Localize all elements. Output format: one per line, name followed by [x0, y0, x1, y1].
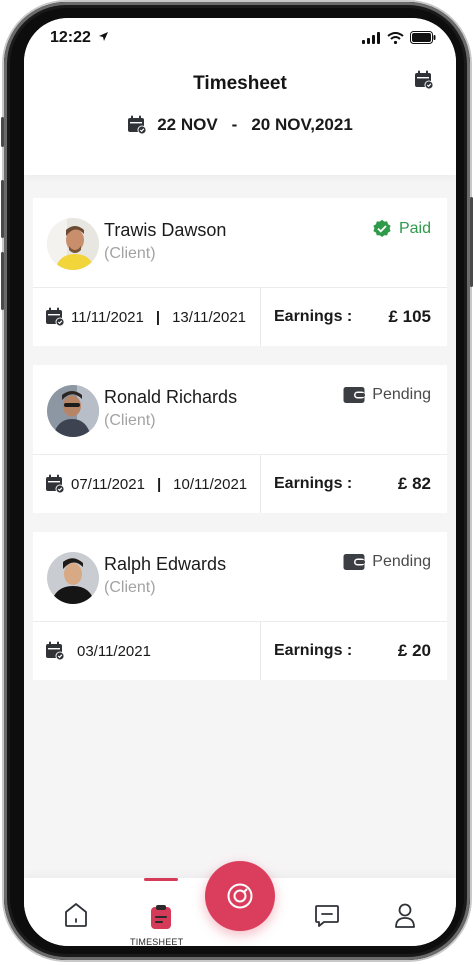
silent-switch: [1, 117, 4, 147]
date-separator: |: [156, 475, 162, 493]
date-to: 13/11/2021: [172, 308, 247, 326]
earnings-cell: Earnings : £ 82: [261, 455, 447, 513]
client-name: Ronald Richards: [104, 387, 238, 407]
app-screen: 12:22 Timesheet 22 NOV - 20 NOV,2021 Tra…: [24, 18, 456, 946]
card-details: 03/11/2021 Earnings : £ 20: [33, 622, 447, 680]
earnings-amount: £ 20: [397, 641, 431, 660]
status-icons: [362, 31, 436, 44]
status-time: 12:22: [50, 29, 91, 46]
wallet-icon: [343, 554, 366, 570]
signal-icon: [362, 31, 380, 44]
earnings-cell: Earnings : £ 20: [261, 622, 447, 680]
status-text: Pending: [372, 386, 431, 403]
date-range-cell: 03/11/2021: [33, 622, 261, 680]
calendar-check-icon: [46, 474, 65, 494]
status-bar: 12:22: [24, 18, 456, 62]
chat-icon[interactable]: [314, 904, 340, 928]
date-range-end: 20 NOV,2021: [251, 115, 353, 134]
date-from: 03/11/2021: [77, 642, 151, 660]
date-range-cell: 11/11/2021 | 13/11/2021: [33, 288, 261, 346]
power-button: [470, 197, 473, 287]
target-icon: [227, 883, 253, 909]
avatar: [47, 218, 99, 270]
card-details: 07/11/2021 | 10/11/2021 Earnings : £ 82: [33, 455, 447, 513]
card-header: Ronald Richards (Client) Pending: [33, 365, 447, 455]
date-range[interactable]: 22 NOV - 20 NOV,2021: [24, 115, 456, 135]
card-header: Ralph Edwards (Client) Pending: [33, 532, 447, 622]
earnings-label: Earnings :: [274, 475, 353, 492]
page-title: Timesheet: [193, 73, 287, 94]
check-badge-icon: [373, 219, 391, 237]
date-to: 10/11/2021: [173, 475, 248, 493]
calendar-check-icon: [128, 115, 147, 135]
target-button[interactable]: [205, 861, 275, 931]
volume-up-button: [1, 180, 4, 238]
status-badge: Pending: [343, 386, 431, 404]
calendar-check-icon[interactable]: [414, 70, 434, 90]
timesheet-card[interactable]: Ralph Edwards (Client) Pending 03/11/202…: [33, 532, 447, 680]
wallet-icon: [343, 387, 366, 403]
earnings-amount: £ 105: [388, 307, 431, 326]
earnings-amount: £ 82: [397, 474, 431, 493]
nav-active-indicator: [144, 878, 178, 881]
battery-icon: [410, 31, 436, 44]
status-text: Paid: [398, 220, 431, 237]
client-name: Trawis Dawson: [104, 220, 227, 240]
date-from: 11/11/2021: [71, 308, 144, 326]
status-badge: Pending: [343, 553, 431, 571]
avatar: [47, 385, 99, 437]
date-range-separator: -: [231, 115, 238, 134]
wifi-icon: [387, 31, 404, 44]
calendar-check-icon: [46, 641, 65, 661]
earnings-cell: Earnings : £ 105: [261, 288, 447, 346]
card-header: Trawis Dawson (Client) Paid: [33, 198, 447, 288]
profile-icon[interactable]: [394, 902, 416, 928]
date-range-start: 22 NOV: [157, 115, 218, 134]
earnings-label: Earnings :: [274, 642, 353, 659]
phone-frame: 12:22 Timesheet 22 NOV - 20 NOV,2021 Tra…: [1, 2, 473, 960]
timesheet-card[interactable]: Ronald Richards (Client) Pending 07/11/2…: [33, 365, 447, 513]
timesheet-card[interactable]: Trawis Dawson (Client) Paid 11/11/2021 |…: [33, 198, 447, 346]
earnings-label: Earnings :: [274, 308, 353, 325]
client-name: Ralph Edwards: [104, 554, 227, 574]
date-range-cell: 07/11/2021 | 10/11/2021: [33, 455, 261, 513]
nav-label-timesheet: TIMESHEET: [130, 937, 184, 946]
calendar-check-icon: [46, 307, 65, 327]
card-details: 11/11/2021 | 13/11/2021 Earnings : £ 105: [33, 288, 447, 346]
client-role: (Client): [104, 579, 156, 596]
timesheet-icon: [151, 905, 171, 929]
status-badge: Paid: [372, 219, 431, 239]
date-from: 07/11/2021: [71, 475, 145, 493]
status-text: Pending: [372, 553, 431, 570]
home-icon[interactable]: [64, 902, 88, 928]
location-arrow-icon: [99, 32, 108, 41]
header: 12:22 Timesheet 22 NOV - 20 NOV,2021: [24, 18, 456, 175]
client-role: (Client): [104, 412, 156, 429]
date-separator: |: [155, 308, 161, 326]
avatar: [47, 552, 99, 604]
client-role: (Client): [104, 245, 156, 262]
volume-down-button: [1, 252, 4, 310]
